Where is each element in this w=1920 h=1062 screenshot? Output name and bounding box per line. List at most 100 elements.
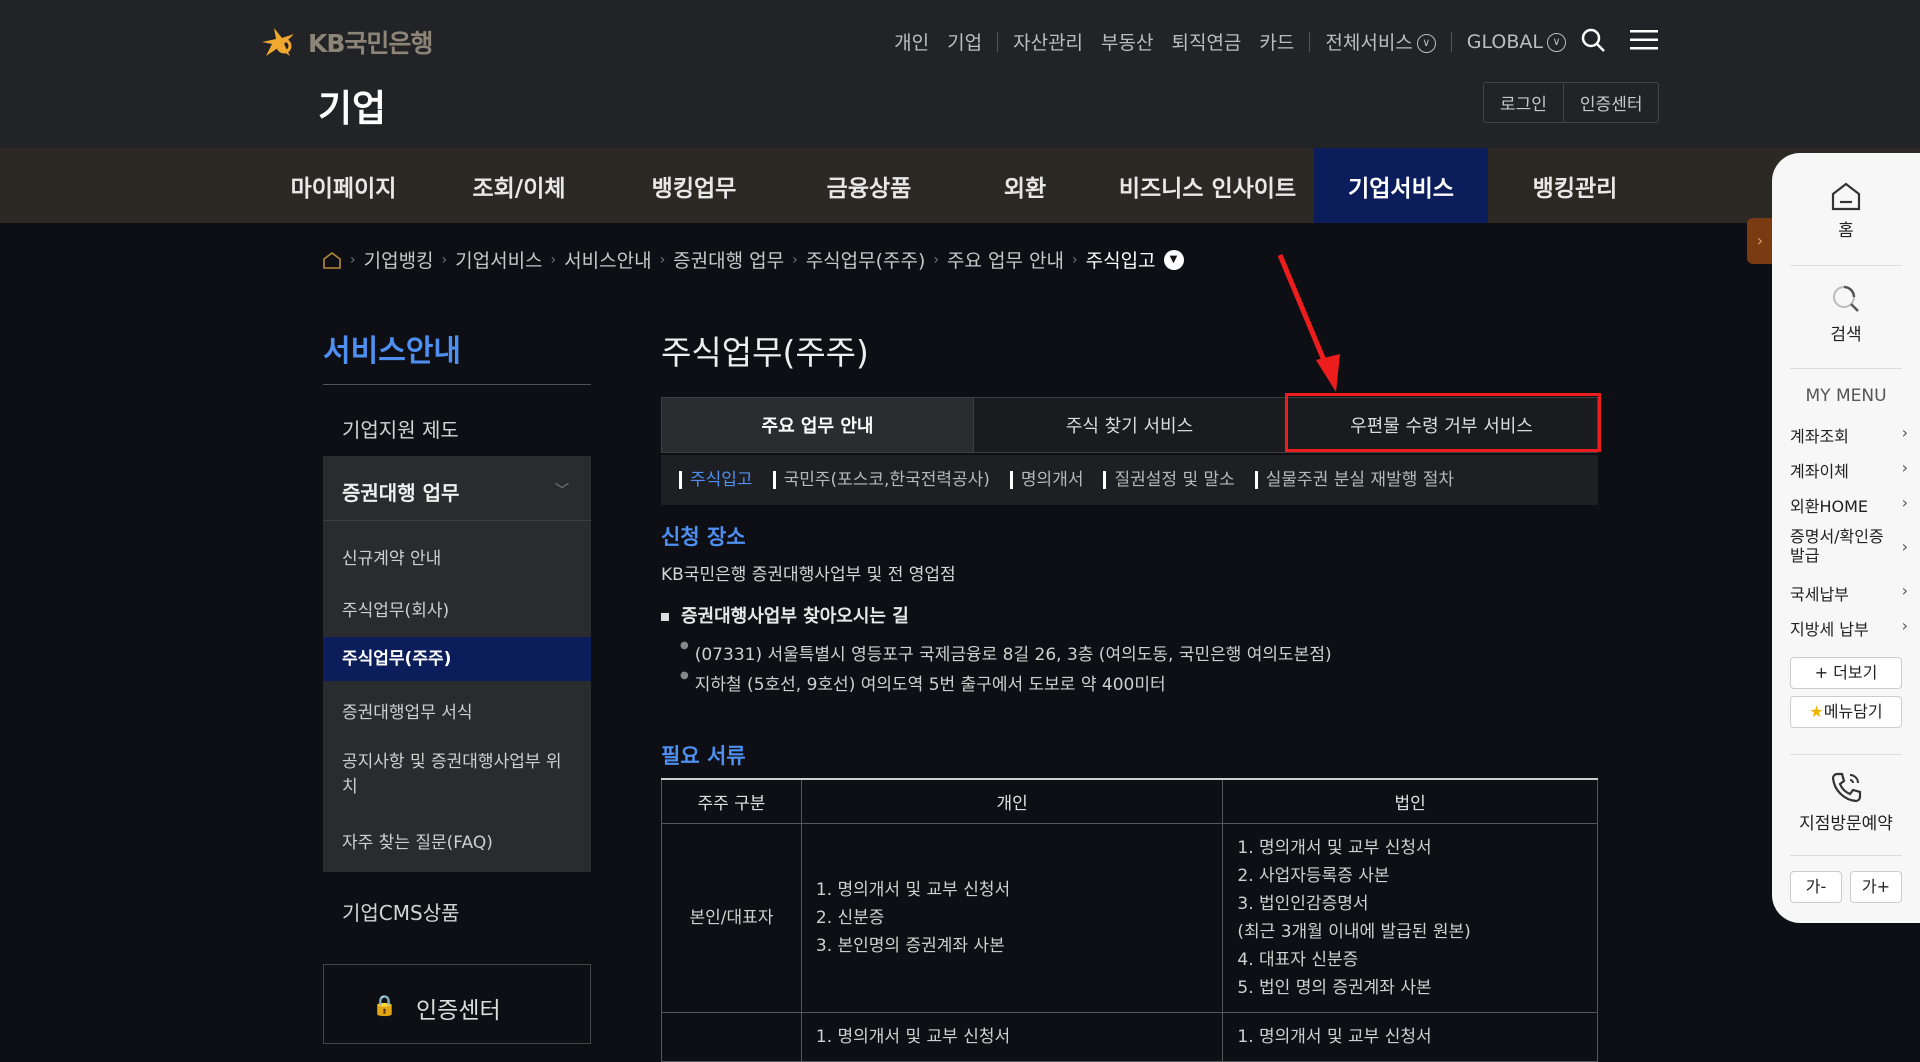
list-item: ● 지하철 (5호선, 9호선) 여의도역 5번 출구에서 도보로 약 400미터 <box>680 670 1166 695</box>
gnb-inquiry-transfer[interactable]: 조회/이체 <box>455 148 583 223</box>
lnb-sub-faq[interactable]: 자주 찾는 질문(FAQ) <box>323 828 591 853</box>
chevron-right-icon: › <box>1901 458 1908 477</box>
topnav-card[interactable]: 카드 <box>1259 28 1294 55</box>
subtab-name-transfer[interactable]: 명의개서 <box>1009 471 1083 489</box>
search-icon[interactable] <box>1580 27 1606 53</box>
quick-item-account-inquiry[interactable]: 계좌조회 › <box>1790 423 1908 447</box>
lnb-sub-new-contract[interactable]: 신규계약 안내 <box>323 544 591 569</box>
sub-tab-bar: 주식입고 국민주(포스코,한국전력공사) 명의개서 질권설정 및 말소 실물주권… <box>661 455 1598 505</box>
doc-line: 1. 명의개서 및 교부 신청서 <box>815 879 1011 900</box>
chevron-down-icon[interactable]: ▼ <box>1163 249 1184 270</box>
save-menu-button[interactable]: ★메뉴담기 <box>1790 696 1902 728</box>
breadcrumb-item[interactable]: 주요 업무 안내 <box>947 246 1064 273</box>
doc-line: 2. 신분증 <box>815 907 885 928</box>
lnb-sub-stock-shareholder[interactable]: 주식업무(주주) <box>323 637 591 681</box>
chevron-right-icon: › <box>1901 616 1908 635</box>
tab-main-tasks[interactable]: 주요 업무 안내 <box>662 398 973 452</box>
chevron-right-icon: › <box>1901 581 1908 600</box>
lnb-group-securities: 증권대행 업무 ﹀ 신규계약 안내 주식업무(회사) 주식업무(주주) 증권대행… <box>323 456 591 872</box>
divider <box>1309 31 1311 52</box>
font-increase-button[interactable]: 가+ <box>1850 871 1902 903</box>
gnb-banking-management[interactable]: 뱅킹관리 <box>1510 148 1640 223</box>
quick-menu-toggle[interactable]: › <box>1747 218 1773 264</box>
save-menu-label: 메뉴담기 <box>1823 702 1883 721</box>
chevron-down-icon: ﹀ <box>555 483 569 499</box>
table-header-row: 주주 구분 개인 법인 <box>661 778 1598 824</box>
annotation-arrow-icon <box>1277 254 1340 392</box>
tab-stock-find[interactable]: 주식 찾기 서비스 <box>973 398 1285 452</box>
quick-menu: 홈 검색 MY MENU 계좌조회 › 계좌이체 › 외환HOME › 증명서/확인증… <box>1772 153 1920 923</box>
login-button[interactable]: 로그인 <box>1484 83 1563 122</box>
quick-item-label: 국세납부 <box>1790 585 1849 604</box>
star-icon: ★ <box>1809 702 1824 721</box>
quick-item-label: 외환HOME <box>1790 497 1868 516</box>
subtab-stock-deposit[interactable]: 주식입고 <box>679 471 753 489</box>
chevron-right-icon: › <box>1901 423 1908 442</box>
topnav-personal[interactable]: 개인 <box>894 28 929 55</box>
gnb-corporate-service[interactable]: 기업서비스 <box>1314 148 1488 223</box>
quick-home-label: 홈 <box>1838 221 1854 241</box>
breadcrumb-item[interactable]: 서비스안내 <box>564 246 651 273</box>
quick-item-forex-home[interactable]: 외환HOME › <box>1790 493 1908 517</box>
login-group: 로그인 인증센터 <box>1483 82 1660 123</box>
chevron-right-icon: › <box>1901 493 1908 512</box>
lnb-item-securities[interactable]: 증권대행 업무 ﹀ <box>323 456 591 521</box>
lnb-item-support[interactable]: 기업지원 제도 <box>323 414 591 443</box>
chevron-right-icon: › <box>350 251 356 268</box>
font-decrease-button[interactable]: 가- <box>1790 871 1842 903</box>
quick-item-local-tax[interactable]: 지방세 납부 › <box>1790 616 1908 640</box>
divider <box>1790 754 1902 755</box>
lnb-sub-notice-location[interactable]: 공지사항 및 증권대행사업부 위치 <box>323 750 591 800</box>
doc-line: 4. 대표자 신분증 <box>1237 949 1359 970</box>
doc-line: 2. 사업자등록증 사본 <box>1237 865 1390 886</box>
divider <box>1790 855 1902 856</box>
gnb-banking[interactable]: 뱅킹업무 <box>630 148 758 223</box>
cert-center-box[interactable]: 🔒 인증센터 <box>323 964 591 1044</box>
quick-branch-visit-label: 지점방문예약 <box>1799 814 1893 834</box>
lnb-sub-forms[interactable]: 증권대행업무 서식 <box>323 698 591 723</box>
more-button[interactable]: + 더보기 <box>1790 657 1902 689</box>
lock-icon: 🔒 <box>372 993 397 1017</box>
subtab-pledge[interactable]: 질권설정 및 말소 <box>1103 471 1235 489</box>
breadcrumb-item[interactable]: 기업서비스 <box>455 246 542 273</box>
topnav-global-label: GLOBAL <box>1466 30 1543 53</box>
breadcrumb-item[interactable]: 주식업무(주주) <box>806 246 926 273</box>
quick-item-transfer[interactable]: 계좌이체 › <box>1790 458 1908 482</box>
chevron-right-icon: › <box>659 251 666 268</box>
quick-branch-visit[interactable]: 지점방문예약 <box>1772 770 1920 834</box>
directions-title-text: 증권대행사업부 찾아오시는 길 <box>681 606 909 627</box>
plus-icon: + <box>1814 663 1834 682</box>
chevron-right-icon: › <box>1072 251 1078 268</box>
topnav-global[interactable]: GLOBAL ∨ <box>1467 31 1566 53</box>
breadcrumb-item[interactable]: 기업뱅킹 <box>364 246 434 273</box>
topnav-pension[interactable]: 퇴직연금 <box>1171 28 1241 55</box>
gnb-mypage[interactable]: 마이페이지 <box>276 148 411 223</box>
gnb-business-insight[interactable]: 비즈니스 인사이트 <box>1105 148 1310 223</box>
kb-logo[interactable]: KB국민은행 <box>256 22 433 62</box>
my-menu-title: MY MENU <box>1805 386 1887 406</box>
hamburger-icon[interactable] <box>1630 29 1658 51</box>
topnav-corporate[interactable]: 기업 <box>947 28 982 55</box>
subtab-lost-certificate[interactable]: 실물주권 분실 재발행 절차 <box>1254 471 1454 489</box>
section-title-place: 신청 장소 <box>661 525 746 549</box>
lnb-item-cms[interactable]: 기업CMS상품 <box>323 897 591 926</box>
list-item: ● (07331) 서울특별시 영등포구 국제금융로 8길 26, 3층 (여의도… <box>680 640 1332 665</box>
quick-search[interactable]: 검색 <box>1772 283 1920 345</box>
subtab-national-stock[interactable]: 국민주(포스코,한국전력공사) <box>772 471 990 489</box>
home-icon <box>1831 182 1861 211</box>
quick-home[interactable]: 홈 <box>1772 181 1920 241</box>
quick-item-national-tax[interactable]: 국세납부 › <box>1790 581 1908 605</box>
cert-center-button[interactable]: 인증센터 <box>1562 83 1659 122</box>
phone-icon <box>1831 772 1862 803</box>
lnb-sub-stock-company[interactable]: 주식업무(회사) <box>323 596 591 621</box>
gnb-products[interactable]: 금융상품 <box>805 148 933 223</box>
home-icon[interactable] <box>322 251 342 269</box>
breadcrumb-item[interactable]: 증권대행 업무 <box>673 246 784 273</box>
quick-item-certificate[interactable]: 증명서/확인증 발급 › <box>1790 527 1908 565</box>
topnav-all-services[interactable]: 전체서비스 ∨ <box>1325 28 1436 55</box>
topnav-asset[interactable]: 자산관리 <box>1013 28 1083 55</box>
chevron-down-icon: ∨ <box>1416 34 1436 53</box>
gnb-forex[interactable]: 외환 <box>980 148 1070 223</box>
topnav-realestate[interactable]: 부동산 <box>1101 28 1153 55</box>
quick-item-label: 증명서/확인증 발급 <box>1790 527 1884 565</box>
